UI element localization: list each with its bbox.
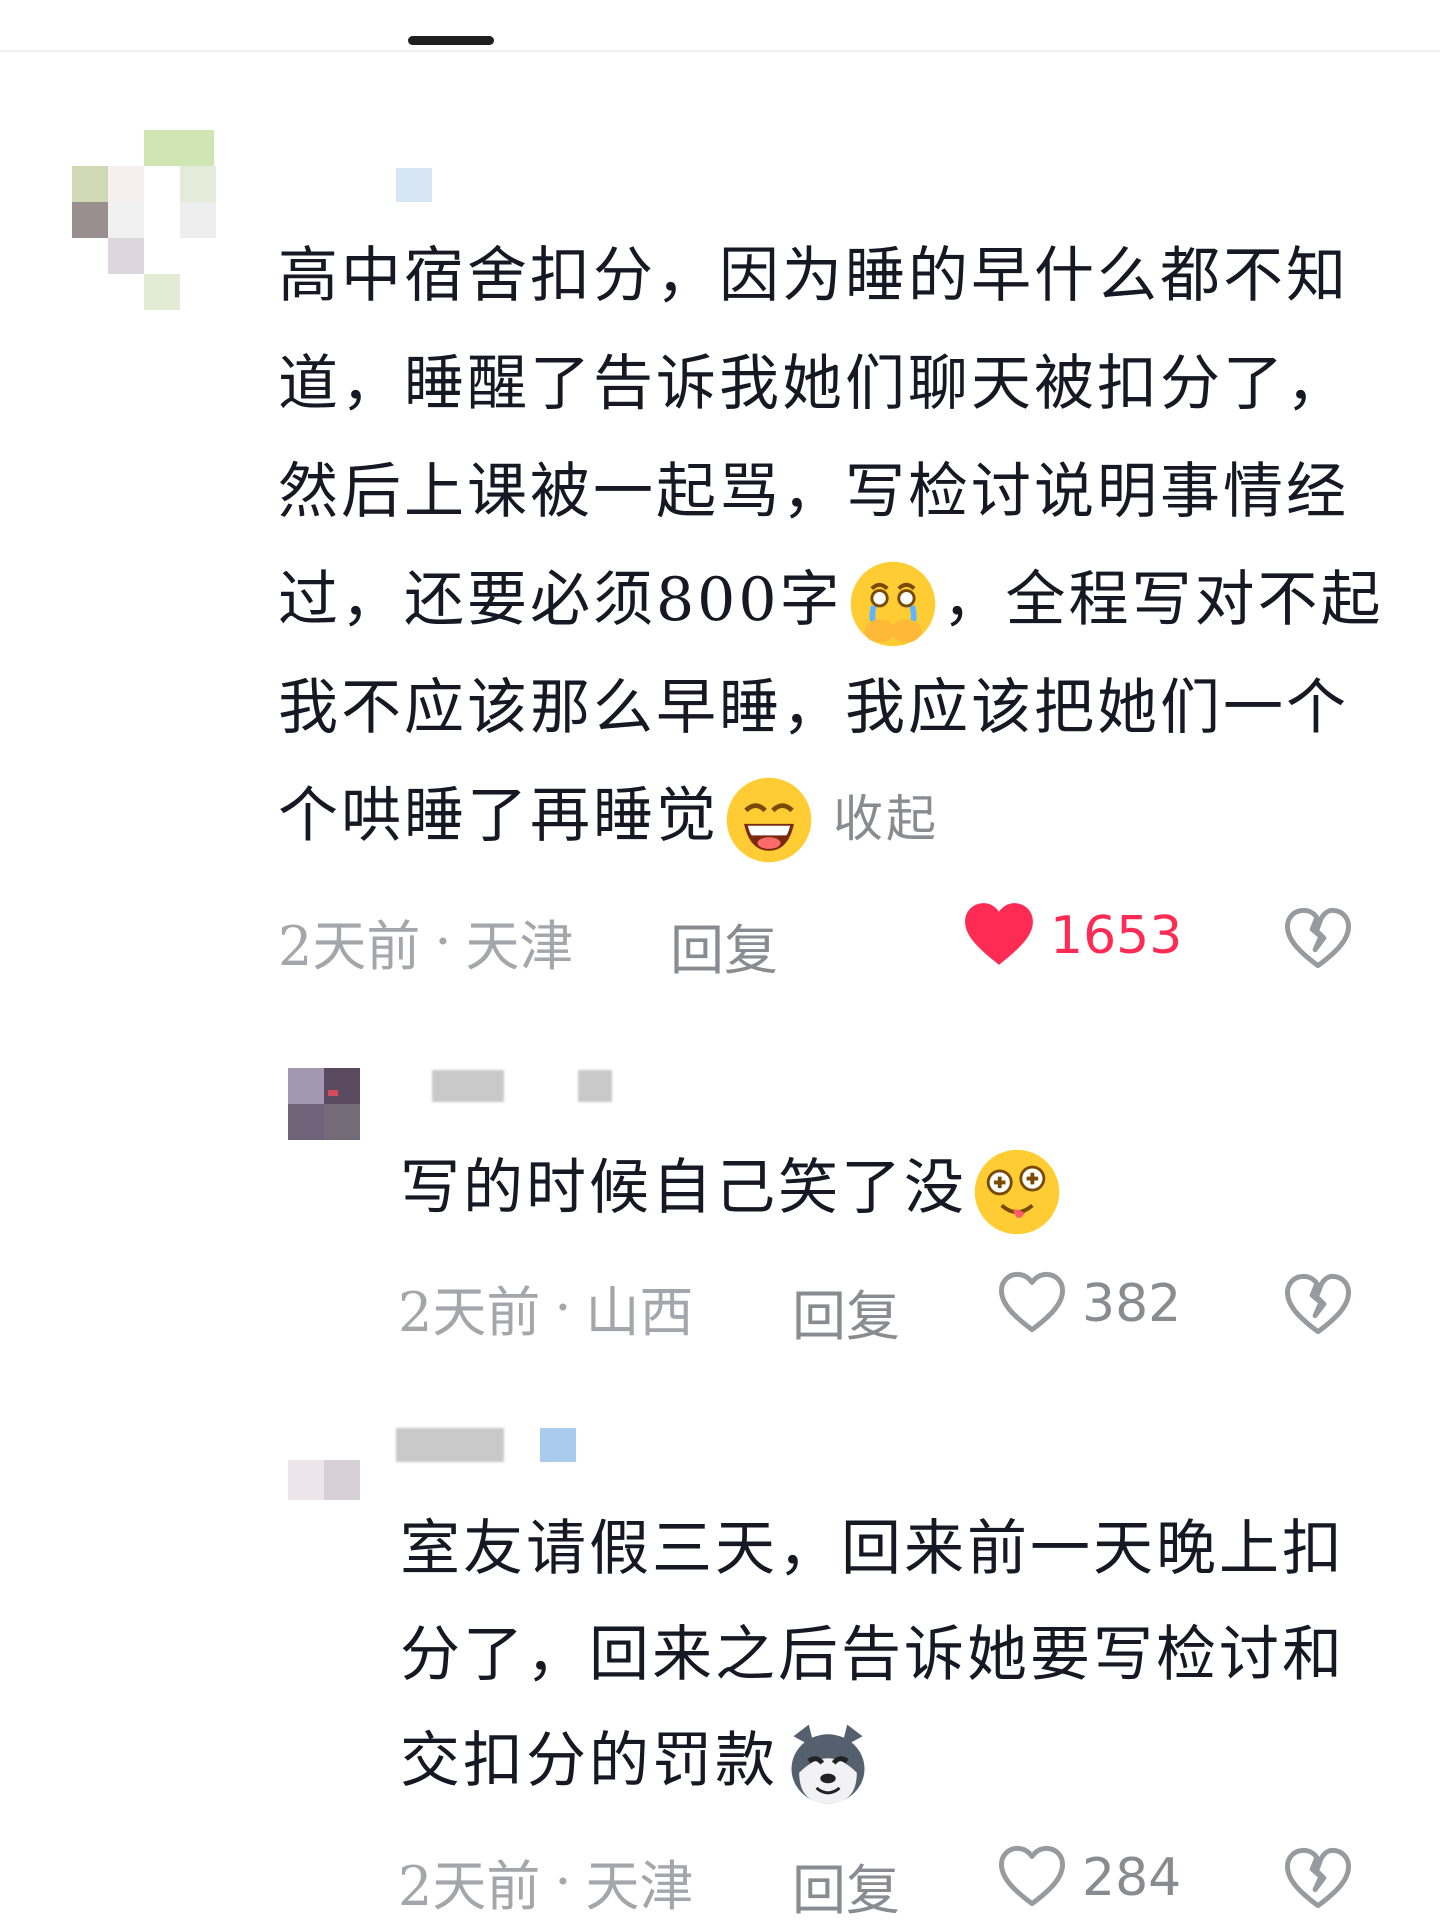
meta-separator: · bbox=[434, 909, 452, 973]
collapse-button[interactable]: 收起 bbox=[833, 790, 939, 848]
comment-text-part: 写的时候自己笑了没 bbox=[400, 1153, 967, 1223]
username-badge bbox=[540, 1428, 576, 1462]
username-blurred bbox=[432, 1070, 504, 1102]
dislike-button[interactable] bbox=[1282, 1846, 1354, 1914]
username-blurred bbox=[396, 1428, 504, 1462]
avatar[interactable] bbox=[288, 1068, 360, 1140]
like-button[interactable]: 1653 bbox=[962, 900, 1182, 972]
comment-text: 写的时候自己笑了没 bbox=[400, 1140, 1400, 1240]
username-badge bbox=[396, 168, 432, 202]
reply-button[interactable]: 回复 bbox=[670, 906, 778, 985]
drag-handle[interactable] bbox=[408, 36, 494, 45]
like-count: 1653 bbox=[1050, 906, 1183, 966]
heart-outline-icon bbox=[996, 1844, 1068, 1912]
husky-dog-emoji bbox=[778, 1725, 878, 1804]
timestamp: 2天前 bbox=[278, 914, 421, 978]
heart-outline-icon bbox=[996, 1270, 1068, 1338]
location: 天津 bbox=[585, 1854, 694, 1918]
avatar[interactable] bbox=[72, 130, 222, 310]
broken-heart-icon bbox=[1282, 1847, 1354, 1914]
crying-face-emoji bbox=[843, 562, 943, 647]
comment-text: 高中宿舍扣分，因为睡的早什么都不知道，睡醒了告诉我她们聊天被扣分了，然后上课被一… bbox=[278, 222, 1388, 873]
timestamp: 2天前 bbox=[398, 1854, 541, 1918]
like-count: 382 bbox=[1082, 1274, 1182, 1334]
username-blurred bbox=[578, 1070, 612, 1102]
comment-meta: 2天前 · 天津 bbox=[278, 906, 574, 978]
comment-text: 室友请假三天，回来前一天晚上扣分了，回来之后告诉她要写检讨和交扣分的罚款 bbox=[400, 1496, 1360, 1814]
goofy-face-emoji bbox=[967, 1150, 1067, 1235]
meta-separator: · bbox=[554, 1275, 572, 1339]
top-bar bbox=[0, 0, 1440, 52]
like-button[interactable]: 284 bbox=[996, 1844, 1181, 1912]
reply-button[interactable]: 回复 bbox=[792, 1272, 900, 1351]
location: 山西 bbox=[585, 1280, 694, 1344]
reply-button[interactable]: 回复 bbox=[792, 1846, 900, 1925]
comment-meta: 2天前 · 山西 bbox=[398, 1272, 694, 1344]
location: 天津 bbox=[465, 914, 574, 978]
heart-filled-icon bbox=[962, 900, 1036, 972]
like-button[interactable]: 382 bbox=[996, 1270, 1181, 1338]
meta-separator: · bbox=[554, 1849, 572, 1913]
avatar[interactable] bbox=[288, 1460, 360, 1500]
broken-heart-icon bbox=[1282, 1273, 1354, 1340]
like-count: 284 bbox=[1082, 1848, 1182, 1908]
timestamp: 2天前 bbox=[398, 1280, 541, 1344]
dislike-button[interactable] bbox=[1282, 1272, 1354, 1340]
grinning-face-emoji bbox=[719, 778, 819, 863]
comment-meta: 2天前 · 天津 bbox=[398, 1846, 694, 1918]
dislike-button[interactable] bbox=[1282, 906, 1354, 974]
broken-heart-icon bbox=[1282, 907, 1354, 974]
